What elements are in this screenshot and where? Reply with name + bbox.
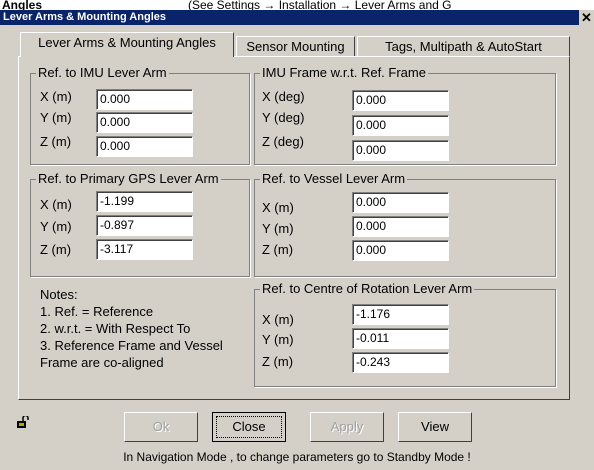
apply-button[interactable]: Apply xyxy=(310,412,384,442)
tab-sensor-mounting[interactable]: Sensor Mounting xyxy=(236,36,355,57)
y-label: Y (m) xyxy=(262,332,294,347)
rotation-lever-z-field[interactable]: -0.243 xyxy=(352,352,449,373)
close-icon: ✕ xyxy=(581,10,592,25)
group-title: IMU Frame w.r.t. Ref. Frame xyxy=(260,65,428,80)
tab-label: Sensor Mounting xyxy=(246,39,345,54)
x-label: X (m) xyxy=(262,200,294,215)
rotation-lever-y-field[interactable]: -0.011 xyxy=(352,328,449,349)
x-deg-label: X (deg) xyxy=(262,89,305,104)
imu-frame-y-field[interactable]: 0.000 xyxy=(352,115,449,136)
z-label: Z (m) xyxy=(262,242,294,257)
close-window-button[interactable]: ✕ xyxy=(579,10,594,25)
group-title: Ref. to Primary GPS Lever Arm xyxy=(36,171,221,186)
tab-label: Tags, Multipath & AutoStart xyxy=(385,39,542,54)
status-message: In Navigation Mode , to change parameter… xyxy=(123,450,471,464)
y-label: Y (m) xyxy=(262,221,294,236)
vessel-lever-z-field[interactable]: 0.000 xyxy=(352,240,449,261)
imu-lever-x-field[interactable]: 0.000 xyxy=(96,89,193,110)
rotation-lever-x-field[interactable]: -1.176 xyxy=(352,304,449,325)
y-label: Y (m) xyxy=(40,219,72,234)
z-label: Z (m) xyxy=(40,242,72,257)
tab-lever-arms[interactable]: Lever Arms & Mounting Angles xyxy=(20,32,234,57)
imu-lever-y-field[interactable]: 0.000 xyxy=(96,112,193,133)
x-label: X (m) xyxy=(262,312,294,327)
notes-heading: Notes: xyxy=(40,287,78,302)
z-label: Z (m) xyxy=(40,134,72,149)
z-label: Z (m) xyxy=(262,354,294,369)
group-title: Ref. to IMU Lever Arm xyxy=(36,65,169,80)
note-line-4: Frame are co-aligned xyxy=(40,355,164,370)
x-label: X (m) xyxy=(40,197,72,212)
dialog-window: Lever Arms & Mounting Angles ✕ Lever Arm… xyxy=(0,10,594,470)
imu-frame-x-field[interactable]: 0.000 xyxy=(352,90,449,111)
imu-frame-z-field[interactable]: 0.000 xyxy=(352,140,449,161)
vessel-lever-y-field[interactable]: 0.000 xyxy=(352,216,449,237)
close-button[interactable]: Close xyxy=(212,412,286,442)
lock-icon xyxy=(17,416,29,428)
y-deg-label: Y (deg) xyxy=(262,110,305,125)
gps-lever-z-field[interactable]: -3.117 xyxy=(96,239,193,260)
imu-lever-z-field[interactable]: 0.000 xyxy=(96,136,193,157)
tab-tags-multipath[interactable]: Tags, Multipath & AutoStart xyxy=(357,36,570,57)
note-line-1: 1. Ref. = Reference xyxy=(40,304,154,319)
y-label: Y (m) xyxy=(40,110,72,125)
group-title: Ref. to Centre of Rotation Lever Arm xyxy=(260,281,475,296)
window-title: Lever Arms & Mounting Angles xyxy=(3,11,166,23)
x-label: X (m) xyxy=(40,89,72,104)
ok-button[interactable]: Ok xyxy=(124,412,198,442)
view-button[interactable]: View xyxy=(398,412,472,442)
tab-label: Lever Arms & Mounting Angles xyxy=(38,35,216,50)
note-line-3: 3. Reference Frame and Vessel xyxy=(40,338,223,353)
vessel-lever-x-field[interactable]: 0.000 xyxy=(352,192,449,213)
title-bar[interactable]: Lever Arms & Mounting Angles xyxy=(0,10,594,25)
z-deg-label: Z (deg) xyxy=(262,134,304,149)
gps-lever-x-field[interactable]: -1.199 xyxy=(96,191,193,212)
gps-lever-y-field[interactable]: -0.897 xyxy=(96,215,193,236)
note-line-2: 2. w.r.t. = With Respect To xyxy=(40,321,191,336)
group-title: Ref. to Vessel Lever Arm xyxy=(260,171,408,186)
